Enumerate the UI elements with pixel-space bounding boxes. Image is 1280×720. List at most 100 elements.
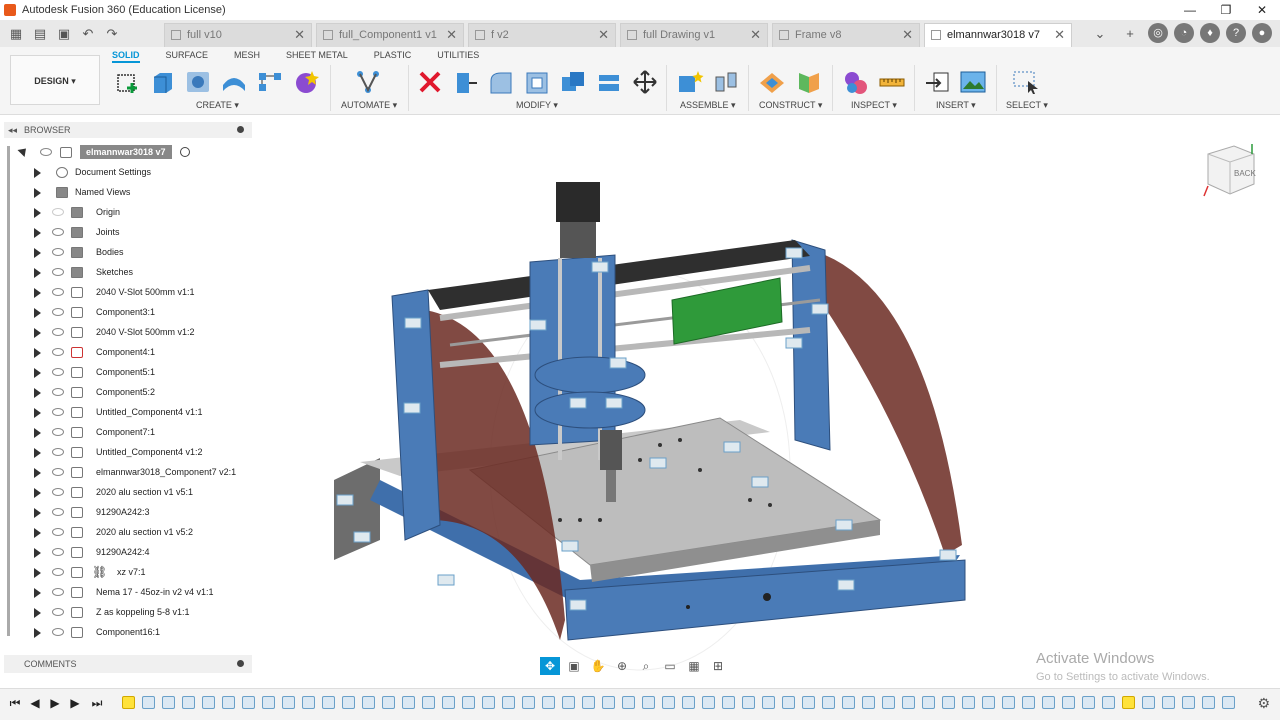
timeline-feature-icon[interactable] xyxy=(282,696,295,709)
tree-item-component[interactable]: Component7:1 xyxy=(4,422,252,442)
expand-icon[interactable] xyxy=(34,508,41,518)
timeline-feature-icon[interactable] xyxy=(522,696,535,709)
expand-icon[interactable] xyxy=(34,368,41,378)
timeline-settings-gear-icon[interactable]: ⚙ xyxy=(1257,695,1270,712)
timeline-feature-icon[interactable] xyxy=(422,696,435,709)
save-icon[interactable]: ▣ xyxy=(52,23,76,45)
visibility-eye-icon[interactable] xyxy=(52,448,64,456)
display-settings-icon[interactable]: ▭ xyxy=(660,657,680,675)
create-sketch-icon[interactable] xyxy=(114,69,142,95)
zoom-icon[interactable]: ⊕ xyxy=(612,657,632,675)
visibility-eye-icon[interactable] xyxy=(52,588,64,596)
visibility-eye-icon[interactable] xyxy=(52,308,64,316)
timeline-feature-icon[interactable] xyxy=(1102,696,1115,709)
expand-icon[interactable] xyxy=(34,208,41,218)
tab-list-icon[interactable]: ⌄ xyxy=(1088,23,1112,45)
expand-icon[interactable] xyxy=(34,428,41,438)
timeline-feature-icon[interactable] xyxy=(482,696,495,709)
timeline-feature-icon[interactable] xyxy=(742,696,755,709)
close-tab-icon[interactable]: ✕ xyxy=(902,24,913,46)
tree-root[interactable]: elmannwar3018 v7 xyxy=(4,142,252,162)
visibility-eye-icon[interactable] xyxy=(52,628,64,636)
visibility-eye-icon[interactable] xyxy=(52,508,64,516)
redo-icon[interactable]: ↷ xyxy=(100,23,124,45)
fillet-icon[interactable] xyxy=(487,69,515,95)
combine-icon[interactable] xyxy=(559,69,587,95)
insert-canvas-icon[interactable] xyxy=(959,69,987,95)
new-tab-icon[interactable]: + xyxy=(1118,23,1142,45)
visibility-eye-icon[interactable] xyxy=(52,388,64,396)
timeline-feature-icon[interactable] xyxy=(542,696,555,709)
tree-item-component[interactable]: Component3:1 xyxy=(4,302,252,322)
timeline-feature-icon[interactable] xyxy=(1002,696,1015,709)
expand-icon[interactable] xyxy=(34,228,41,238)
expand-icon[interactable] xyxy=(34,308,41,318)
timeline-play-icon[interactable]: ▶ xyxy=(48,696,62,710)
timeline-feature-icon[interactable] xyxy=(382,696,395,709)
collapse-browser-icon[interactable]: ◂◂ xyxy=(8,122,17,138)
tab-plastic[interactable]: PLASTIC xyxy=(374,50,412,63)
expand-icon[interactable] xyxy=(34,268,41,278)
timeline-feature-icon[interactable] xyxy=(1222,696,1235,709)
tree-item-component[interactable]: Untitled_Component4 v1:2 xyxy=(4,442,252,462)
timeline-feature-icon[interactable] xyxy=(322,696,335,709)
timeline-feature-icon[interactable] xyxy=(402,696,415,709)
expand-icon[interactable] xyxy=(34,288,41,298)
shell-icon[interactable] xyxy=(523,69,551,95)
timeline-last-icon[interactable]: ⏭ xyxy=(90,696,104,710)
timeline-feature-icon[interactable] xyxy=(802,696,815,709)
visibility-eye-icon[interactable] xyxy=(40,148,52,156)
timeline-feature-icon[interactable] xyxy=(842,696,855,709)
split-body-icon[interactable] xyxy=(595,69,623,95)
activate-radio-icon[interactable] xyxy=(180,147,190,157)
visibility-eye-icon[interactable] xyxy=(52,468,64,476)
grid-settings-icon[interactable]: ▦ xyxy=(684,657,704,675)
tree-item-component[interactable]: Untitled_Component4 v1:1 xyxy=(4,402,252,422)
timeline-feature-icon[interactable] xyxy=(1122,696,1135,709)
document-tab[interactable]: full_Component1 v1 ✕ xyxy=(316,23,464,47)
document-tab[interactable]: full v10 ✕ xyxy=(164,23,312,47)
timeline-feature-icon[interactable] xyxy=(762,696,775,709)
document-tab[interactable]: Frame v8 ✕ xyxy=(772,23,920,47)
delete-icon[interactable] xyxy=(416,69,444,95)
select-group-label[interactable]: SELECT ▾ xyxy=(1006,100,1048,111)
timeline-feature-icon[interactable] xyxy=(182,696,195,709)
timeline-feature-icon[interactable] xyxy=(1082,696,1095,709)
timeline-feature-icon[interactable] xyxy=(942,696,955,709)
tree-item-component[interactable]: 2020 alu section v1 v5:1 xyxy=(4,482,252,502)
move-copy-icon[interactable] xyxy=(631,69,659,95)
workspace-switcher[interactable]: DESIGN ▾ xyxy=(10,55,100,105)
grid-menu-icon[interactable]: ▦ xyxy=(4,23,28,45)
timeline-feature-icon[interactable] xyxy=(342,696,355,709)
look-at-icon[interactable]: ▣ xyxy=(564,657,584,675)
visibility-eye-icon[interactable] xyxy=(52,368,64,376)
tree-item-component[interactable]: 2040 V-Slot 500mm v1:2 xyxy=(4,322,252,342)
close-tab-icon[interactable]: ✕ xyxy=(1054,24,1065,46)
expand-icon[interactable] xyxy=(34,168,41,178)
close-tab-icon[interactable]: ✕ xyxy=(750,24,761,46)
timeline-feature-icon[interactable] xyxy=(1202,696,1215,709)
visibility-eye-icon[interactable] xyxy=(52,528,64,536)
tab-mesh[interactable]: MESH xyxy=(234,50,260,63)
timeline-feature-icon[interactable] xyxy=(642,696,655,709)
document-tab[interactable]: full Drawing v1 ✕ xyxy=(620,23,768,47)
expand-icon[interactable] xyxy=(34,628,41,638)
file-menu-icon[interactable]: ▤ xyxy=(28,23,52,45)
tab-surface[interactable]: SURFACE xyxy=(166,50,209,63)
expand-icon[interactable] xyxy=(34,248,41,258)
visibility-eye-icon[interactable] xyxy=(52,608,64,616)
document-tab-active[interactable]: elmannwar3018 v7 ✕ xyxy=(924,23,1072,47)
pan-icon[interactable]: ✋ xyxy=(588,657,608,675)
visibility-eye-icon[interactable] xyxy=(52,228,64,236)
timeline-feature-icon[interactable] xyxy=(982,696,995,709)
insert-derive-icon[interactable] xyxy=(924,69,952,95)
timeline-feature-icon[interactable] xyxy=(582,696,595,709)
close-tab-icon[interactable]: ✕ xyxy=(598,24,609,46)
tree-item-component[interactable]: 91290A242:4 xyxy=(4,542,252,562)
close-tab-icon[interactable]: ✕ xyxy=(294,24,305,46)
construct-group-label[interactable]: CONSTRUCT ▾ xyxy=(759,100,822,111)
tree-item-component[interactable]: 91290A242:3 xyxy=(4,502,252,522)
timeline-feature-icon[interactable] xyxy=(782,696,795,709)
timeline-feature-icon[interactable] xyxy=(122,696,135,709)
timeline-feature-icon[interactable] xyxy=(1162,696,1175,709)
